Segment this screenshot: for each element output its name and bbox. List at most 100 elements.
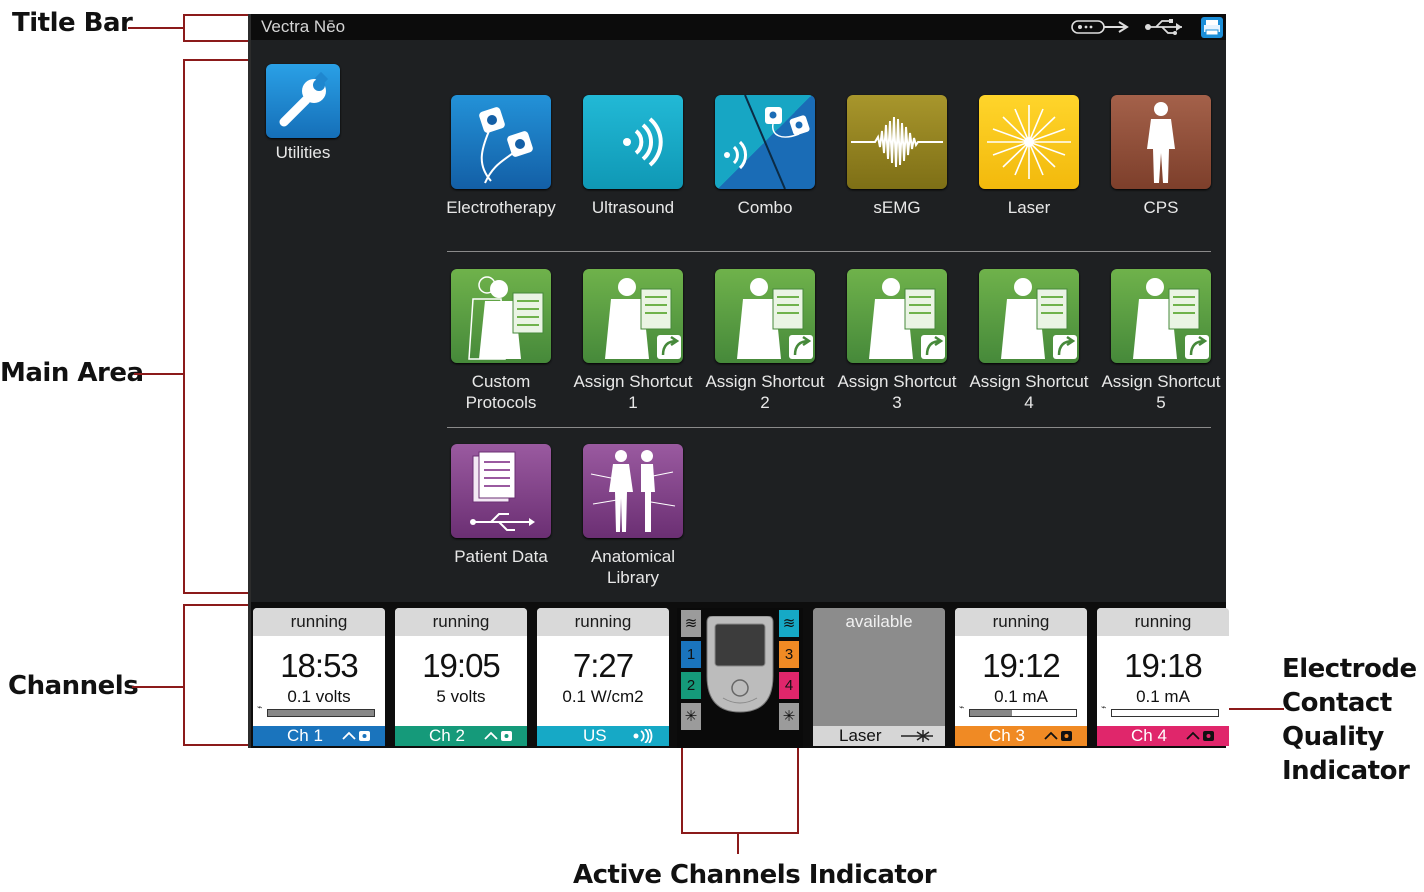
active-indicator-2: 2 — [681, 672, 701, 699]
main-area-callout: Main Area — [0, 358, 144, 388]
channel-intensity: 5 volts — [436, 687, 486, 706]
channel-footer: Ch 2 — [395, 726, 527, 746]
laser-icon — [901, 730, 933, 742]
channel-3-panel[interactable]: running 19:12 0.1 mA ⌁ Ch 3 — [955, 608, 1087, 746]
custom-protocols-label-2: Protocols — [465, 393, 537, 412]
probe-icon — [1071, 20, 1129, 34]
channels-bracket-bottom — [183, 744, 248, 746]
combo-icon — [724, 95, 810, 189]
assign-shortcut-5-tile[interactable]: Assign Shortcut 5 — [1096, 269, 1226, 413]
contact-quality-fill — [268, 710, 374, 716]
shortcut-icon — [869, 278, 945, 359]
combo-label: Combo — [737, 198, 793, 217]
laser-indicator-right: ✳ — [779, 703, 799, 730]
channel-name: Ch 2 — [429, 726, 465, 745]
channel-1-us-indicator: ≋ — [681, 610, 701, 637]
semg-label: sEMG — [873, 198, 921, 217]
channel-status: running — [1097, 608, 1229, 636]
active-bracket-right — [797, 748, 799, 834]
contact-quality-bar — [969, 709, 1077, 717]
shortcut-icon — [737, 278, 813, 359]
channel-intensity: 0.1 volts — [287, 687, 351, 706]
channel-2-panel[interactable]: running 19:05 5 volts Ch 2 — [395, 608, 527, 746]
channel-footer: Laser — [813, 726, 945, 746]
active-bracket-left — [681, 748, 683, 834]
laser-tile[interactable]: Laser — [964, 95, 1094, 218]
ultrasound-tile[interactable]: Ultrasound — [568, 95, 698, 218]
active-bracket-stem — [737, 832, 739, 854]
title-bar-bracket — [183, 14, 185, 42]
assign-shortcut-number: 5 — [1156, 393, 1166, 412]
contact-quality-bar — [1111, 709, 1219, 717]
usb-icon — [1145, 19, 1182, 35]
wrench-icon — [279, 71, 329, 127]
channel-status: running — [537, 608, 669, 636]
channels-callout: Channels — [8, 671, 139, 701]
channel-name: US — [583, 726, 607, 745]
channels-bracket-top — [183, 604, 248, 606]
custom-protocols-icon — [468, 276, 544, 360]
channel-timer: 19:18 — [1124, 647, 1203, 684]
main-area-leader — [134, 373, 184, 375]
channel-status: available — [813, 608, 945, 636]
assign-shortcut-3-tile[interactable]: Assign Shortcut 3 — [832, 269, 962, 413]
channel-footer: US — [537, 726, 669, 746]
custom-protocols-tile[interactable]: Custom Protocols — [436, 269, 566, 413]
electrotherapy-tile[interactable]: Electrotherapy — [436, 95, 566, 218]
assign-shortcut-1-tile[interactable]: Assign Shortcut 1 — [568, 269, 698, 413]
semg-icon — [851, 116, 943, 168]
main-area-bracket-top — [183, 59, 248, 61]
title-bar-bracket-bottom — [183, 40, 248, 42]
contact-quality-icon: ⌁ — [959, 702, 965, 712]
assign-shortcut-label: Assign Shortcut — [1101, 372, 1221, 391]
electrode-icon — [342, 731, 370, 741]
channel-footer: Ch 4 — [1097, 726, 1229, 746]
electrotherapy-icon — [479, 107, 533, 184]
ultrasound-icon — [633, 729, 653, 743]
utilities-label: Utilities — [275, 143, 331, 162]
channel-name: Ch 1 — [287, 726, 323, 745]
us-indicator-right: ≋ — [779, 610, 799, 637]
channel-1-panel[interactable]: running 18:53 0.1 volts ⌁ Ch 1 — [253, 608, 385, 746]
patient-data-icon — [470, 451, 535, 531]
contact-quality-icon: ⌁ — [257, 702, 263, 712]
assign-shortcut-label: Assign Shortcut — [705, 372, 825, 391]
anatomical-library-tile[interactable]: Anatomical Library — [568, 444, 698, 588]
channel-intensity: 0.1 W/cm2 — [562, 687, 644, 706]
anatomical-library-label-2: Library — [607, 568, 659, 587]
channel-timer: 19:12 — [982, 647, 1061, 684]
assign-shortcut-number: 3 — [892, 393, 902, 412]
custom-protocols-label-1: Custom — [471, 372, 531, 391]
contact-quality-fill — [970, 710, 1013, 716]
shortcut-icon — [605, 278, 681, 359]
channel-4-panel[interactable]: running 19:18 0.1 mA ⌁ Ch 4 — [1097, 608, 1229, 746]
divider-1 — [447, 251, 1211, 252]
laser-indicator-left: ✳ — [681, 703, 701, 730]
printer-icon[interactable] — [1201, 17, 1223, 38]
laser-channel-panel[interactable]: available Laser — [813, 608, 945, 746]
electrode-icon — [1186, 731, 1214, 741]
active-channels-callout: Active Channels Indicator — [573, 860, 937, 890]
electrode-icon — [1044, 731, 1072, 741]
channel-status: running — [955, 608, 1087, 636]
utilities-tile[interactable]: Utilities — [238, 64, 368, 163]
divider-2 — [447, 427, 1211, 428]
anatomical-library-label-1: Anatomical — [590, 547, 676, 566]
channels-bracket — [183, 604, 185, 746]
main-area: Utilities Electrotherapy Ultrasound Comb… — [251, 40, 1226, 602]
semg-tile[interactable]: sEMG — [832, 95, 962, 218]
electrode-icon — [484, 731, 512, 741]
cps-tile[interactable]: CPS — [1096, 95, 1226, 218]
assign-shortcut-2-tile[interactable]: Assign Shortcut 2 — [700, 269, 830, 413]
patient-data-tile[interactable]: Patient Data — [436, 444, 566, 567]
laser-label: Laser — [1007, 198, 1051, 217]
app-title: Vectra Nēo — [261, 17, 346, 36]
ultrasound-icon — [623, 117, 663, 167]
channel-footer: Ch 3 — [955, 726, 1087, 746]
assign-shortcut-4-tile[interactable]: Assign Shortcut 4 — [964, 269, 1094, 413]
ultrasound-channel-panel[interactable]: running 7:27 0.1 W/cm2 US — [537, 608, 669, 746]
combo-tile[interactable]: Combo — [700, 95, 830, 218]
electrode-leader — [1226, 708, 1284, 710]
channel-intensity: 0.1 mA — [994, 687, 1048, 706]
channel-status: running — [395, 608, 527, 636]
